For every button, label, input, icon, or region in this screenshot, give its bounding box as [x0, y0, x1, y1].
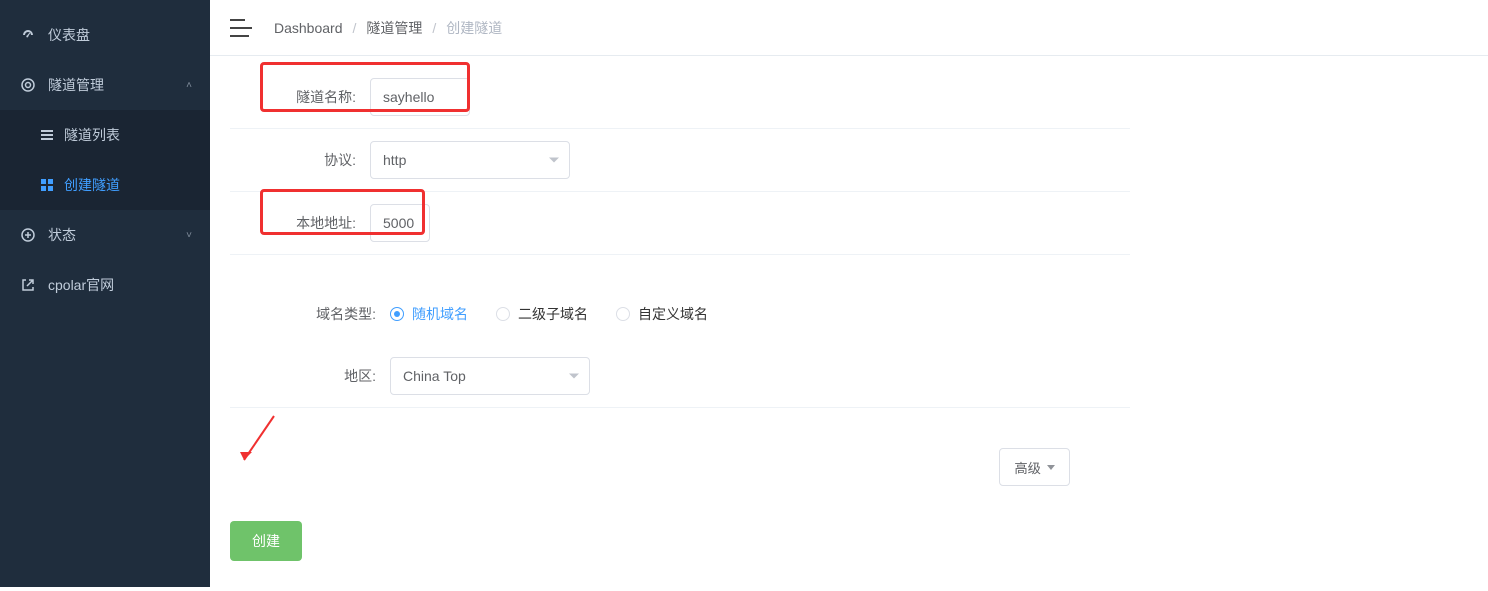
radio-label-custom: 自定义域名 — [638, 304, 708, 324]
crumb-dashboard[interactable]: Dashboard — [274, 20, 343, 36]
label-protocol: 协议: — [230, 150, 370, 170]
caret-down-icon — [1047, 465, 1055, 470]
row-region: 地区: China Top — [230, 345, 1130, 408]
create-button[interactable]: 创建 — [230, 521, 302, 561]
tunnel-icon — [20, 77, 36, 93]
sidebar: 仪表盘 隧道管理 ˄ 隧道列表 创建隧道 状态 ˅ cpolar官网 — [0, 0, 210, 587]
radio-random-domain[interactable]: 随机域名 — [390, 304, 468, 324]
protocol-select[interactable]: http — [370, 141, 570, 179]
dashboard-icon — [20, 27, 36, 43]
label-local-addr: 本地地址: — [230, 213, 370, 233]
radio-dot-icon — [390, 307, 404, 321]
topbar: Dashboard / 隧道管理 / 创建隧道 — [210, 0, 1488, 56]
label-region: 地区: — [230, 366, 390, 386]
crumb-create-tunnel: 创建隧道 — [446, 18, 502, 38]
list-icon — [40, 128, 54, 142]
sidebar-item-dashboard[interactable]: 仪表盘 — [0, 10, 210, 60]
menu-toggle-icon[interactable] — [230, 19, 252, 37]
region-select-value: China Top — [403, 368, 466, 384]
sidebar-item-status[interactable]: 状态 ˅ — [0, 210, 210, 260]
radio-label-random: 随机域名 — [412, 304, 468, 324]
label-tunnel-name: 隧道名称: — [230, 87, 370, 107]
sidebar-label-tunnel: 隧道管理 — [48, 75, 104, 95]
radio-dot-icon — [496, 307, 510, 321]
sidebar-label-tunnel-list: 隧道列表 — [64, 125, 120, 145]
tunnel-name-input[interactable] — [370, 78, 470, 116]
local-addr-input[interactable] — [370, 204, 430, 242]
row-tunnel-name: 隧道名称: — [230, 66, 1130, 129]
chevron-up-icon: ˄ — [186, 80, 192, 91]
external-link-icon — [20, 277, 36, 293]
sidebar-label-status: 状态 — [48, 225, 76, 245]
sidebar-label-site: cpolar官网 — [48, 275, 114, 295]
grid-icon — [40, 178, 54, 192]
crumb-separator: / — [432, 20, 436, 36]
sidebar-item-tunnel-create[interactable]: 创建隧道 — [0, 160, 210, 210]
radio-label-sub: 二级子域名 — [518, 304, 588, 324]
main: Dashboard / 隧道管理 / 创建隧道 隧道名称: 协议: http — [210, 0, 1488, 587]
radio-custom-domain[interactable]: 自定义域名 — [616, 304, 708, 324]
label-domain-type: 域名类型: — [230, 304, 390, 324]
chevron-down-icon — [569, 374, 579, 379]
chevron-down-icon — [549, 158, 559, 163]
radio-sub-domain[interactable]: 二级子域名 — [496, 304, 588, 324]
row-domain-type: 域名类型: 随机域名 二级子域名 自定义域名 — [230, 283, 1130, 345]
breadcrumb: Dashboard / 隧道管理 / 创建隧道 — [274, 18, 502, 38]
content: 隧道名称: 协议: http 本地地址: — [210, 56, 1488, 591]
row-protocol: 协议: http — [230, 129, 1130, 192]
protocol-select-value: http — [383, 152, 406, 168]
crumb-tunnel-mgmt[interactable]: 隧道管理 — [366, 18, 422, 38]
region-select[interactable]: China Top — [390, 357, 590, 395]
row-local-addr: 本地地址: — [230, 192, 1130, 255]
sidebar-label-dashboard: 仪表盘 — [48, 25, 90, 45]
sidebar-item-site[interactable]: cpolar官网 — [0, 260, 210, 310]
create-button-label: 创建 — [252, 533, 280, 549]
chevron-down-icon: ˅ — [186, 230, 192, 241]
advanced-button[interactable]: 高级 — [999, 448, 1070, 486]
row-advanced: 高级 — [230, 448, 1130, 486]
tunnel-form: 隧道名称: 协议: http 本地地址: — [230, 66, 1130, 561]
sidebar-item-tunnel[interactable]: 隧道管理 ˄ — [0, 60, 210, 110]
sidebar-item-tunnel-list[interactable]: 隧道列表 — [0, 110, 210, 160]
sidebar-label-tunnel-create: 创建隧道 — [64, 175, 120, 195]
advanced-button-label: 高级 — [1014, 458, 1041, 477]
status-icon — [20, 227, 36, 243]
radio-dot-icon — [616, 307, 630, 321]
crumb-separator: / — [353, 20, 357, 36]
